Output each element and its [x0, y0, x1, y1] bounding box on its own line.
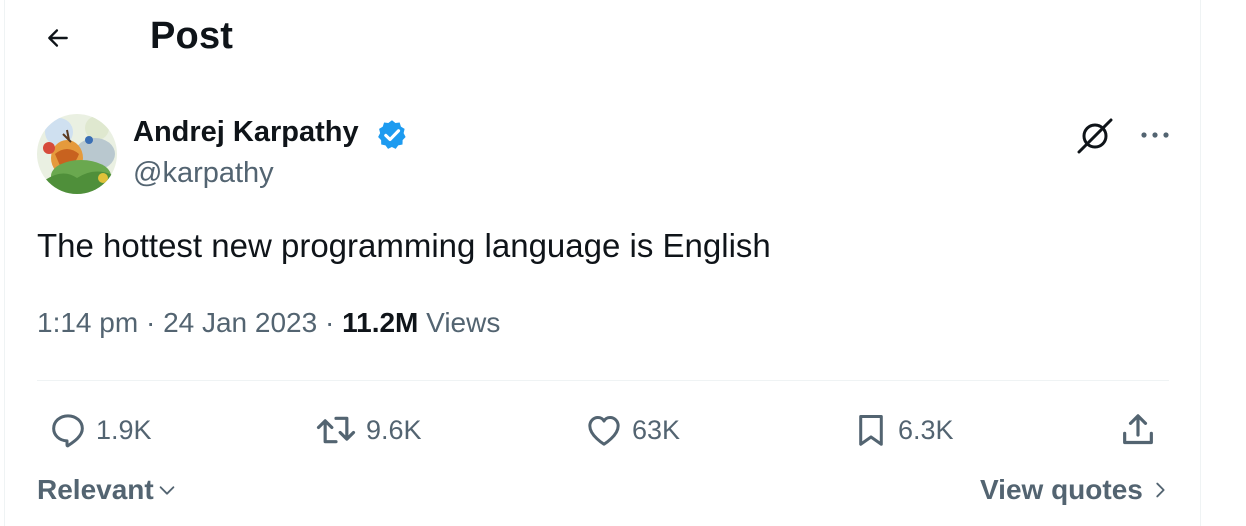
back-button[interactable]: [38, 18, 78, 58]
grok-button[interactable]: [1075, 116, 1115, 156]
chevron-right-icon: [1156, 482, 1165, 498]
like-count: 63K: [632, 414, 681, 445]
reply-icon: [52, 414, 84, 448]
post-date[interactable]: 24 Jan 2023: [163, 307, 317, 338]
like-button[interactable]: 63K: [584, 408, 680, 452]
post-time[interactable]: 1:14 pm: [37, 307, 138, 338]
repost-icon: [316, 416, 356, 444]
more-button[interactable]: [1136, 118, 1174, 152]
author-handle[interactable]: @karpathy: [133, 157, 274, 190]
chevron-down-icon: [159, 486, 175, 495]
reply-count: 1.9K: [96, 414, 152, 445]
grok-icon: [1077, 118, 1113, 154]
more-icon: [1141, 132, 1169, 138]
share-icon: [1123, 414, 1153, 445]
reply-button[interactable]: 1.9K: [48, 408, 152, 452]
back-arrow-icon: [48, 29, 68, 47]
view-quotes-label: View quotes: [980, 474, 1143, 505]
repost-count: 9.6K: [366, 414, 422, 445]
divider: [37, 380, 1169, 381]
verified-badge-icon: [378, 120, 406, 149]
column-border-right: [1200, 0, 1201, 526]
column-border-left: [4, 0, 5, 526]
author-name[interactable]: Andrej Karpathy: [133, 116, 359, 149]
share-button[interactable]: [1118, 408, 1158, 452]
post-text: The hottest new programming language is …: [37, 227, 771, 264]
meta-separator: ·: [145, 307, 156, 338]
bookmark-icon: [859, 415, 883, 446]
views-label: Views: [426, 307, 501, 338]
like-icon: [588, 416, 620, 446]
meta-separator: ·: [324, 307, 335, 338]
reply-sort-label: Relevant: [37, 474, 154, 505]
page-title: Post: [150, 15, 234, 57]
avatar[interactable]: [37, 114, 117, 194]
bookmark-button[interactable]: 6.3K: [852, 408, 954, 452]
repost-button[interactable]: 9.6K: [314, 408, 422, 452]
post-meta: 1:14 pm · 24 Jan 2023 · 11.2M Views: [37, 307, 500, 339]
header: Post: [0, 0, 1200, 76]
reply-sort-dropdown[interactable]: Relevant: [37, 474, 178, 506]
views-count: 11.2M: [342, 307, 419, 338]
views-link[interactable]: 11.2M Views: [342, 307, 500, 338]
bookmark-count: 6.3K: [898, 414, 954, 445]
view-quotes-link[interactable]: View quotes: [980, 474, 1171, 506]
